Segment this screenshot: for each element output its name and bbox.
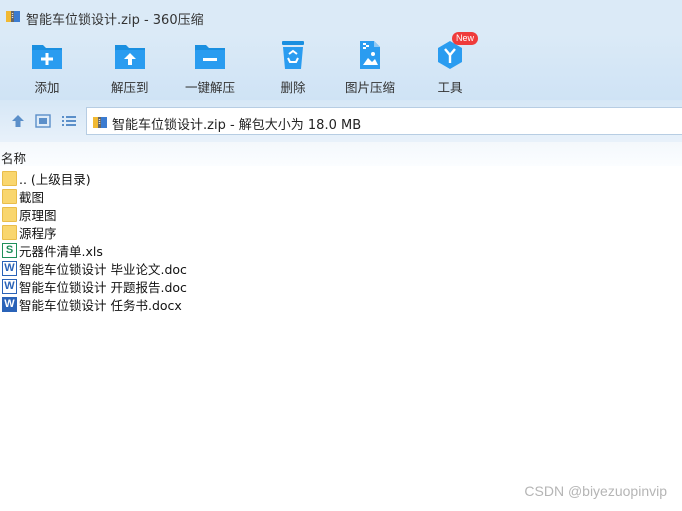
one-click-extract-button[interactable]: 一键解压: [185, 38, 235, 96]
column-header: 名称: [0, 142, 682, 166]
list-item[interactable]: W 智能车位锁设计 毕业论文.doc: [0, 259, 682, 277]
column-name-header[interactable]: 名称: [1, 148, 26, 167]
title-bar: 智能车位锁设计.zip - 360压缩: [0, 0, 682, 34]
address-bar[interactable]: 智能车位锁设计.zip - 解包大小为 18.0 MB: [86, 107, 682, 135]
list-view-icon[interactable]: [61, 114, 77, 128]
list-item[interactable]: S 元器件清单.xls: [0, 241, 682, 259]
one-click-extract-icon: [193, 38, 227, 71]
toolbar: 添加 解压到 一键解压 删除 图片压缩 工具 New: [0, 32, 682, 100]
tools-button[interactable]: 工具: [433, 38, 467, 96]
zip-archive-icon: [93, 117, 107, 128]
spreadsheet-icon: S: [2, 242, 17, 258]
extract-to-icon: [113, 38, 147, 71]
zip-archive-icon: [6, 11, 20, 22]
navigation-bar: 智能车位锁设计.zip - 解包大小为 18.0 MB: [0, 100, 682, 142]
file-name: 智能车位锁设计 任务书.docx: [19, 297, 182, 313]
file-name: 截图: [19, 189, 45, 205]
file-name: 智能车位锁设计 毕业论文.doc: [19, 261, 187, 277]
file-name: 源程序: [19, 225, 57, 241]
word-document-icon: W: [2, 260, 17, 276]
list-item[interactable]: 截图: [0, 187, 682, 205]
up-arrow-icon[interactable]: [10, 114, 26, 128]
file-name: 智能车位锁设计 开题报告.doc: [19, 279, 187, 295]
window-title: 智能车位锁设计.zip - 360压缩: [26, 13, 204, 28]
add-folder-icon: [30, 38, 64, 71]
list-item[interactable]: 原理图: [0, 205, 682, 223]
add-button[interactable]: 添加: [30, 38, 64, 96]
delete-label: 删除: [280, 80, 306, 95]
list-item[interactable]: W 智能车位锁设计 任务书.docx: [0, 295, 682, 313]
folder-icon: [2, 224, 17, 240]
folder-icon: [2, 188, 17, 204]
list-item[interactable]: .. (上级目录): [0, 169, 682, 187]
one-click-extract-label: 一键解压: [185, 80, 236, 95]
delete-button[interactable]: 删除: [276, 38, 310, 96]
image-compress-button[interactable]: 图片压缩: [345, 38, 395, 96]
add-label: 添加: [34, 80, 60, 95]
tools-label: 工具: [437, 80, 463, 95]
thumbnail-view-icon[interactable]: [35, 114, 51, 128]
extract-to-button[interactable]: 解压到: [111, 38, 149, 96]
recycle-bin-icon: [276, 38, 310, 71]
list-item[interactable]: W 智能车位锁设计 开题报告.doc: [0, 277, 682, 295]
file-name: .. (上级目录): [19, 171, 91, 187]
folder-icon: [2, 170, 17, 186]
list-item[interactable]: 源程序: [0, 223, 682, 241]
new-badge: New: [452, 32, 478, 45]
word-document-icon: W: [2, 296, 17, 312]
file-name: 原理图: [19, 207, 57, 223]
extract-to-label: 解压到: [111, 80, 149, 95]
word-document-icon: W: [2, 278, 17, 294]
folder-icon: [2, 206, 17, 222]
image-compress-icon: [353, 38, 387, 71]
address-text: 智能车位锁设计.zip - 解包大小为 18.0 MB: [112, 118, 362, 133]
image-compress-label: 图片压缩: [345, 80, 396, 95]
file-name: 元器件清单.xls: [19, 243, 103, 259]
watermark: CSDN @biyezuopinvip: [524, 483, 667, 499]
file-list: .. (上级目录) 截图 原理图 源程序 S 元器件清单.xls W 智能车位锁…: [0, 169, 682, 313]
